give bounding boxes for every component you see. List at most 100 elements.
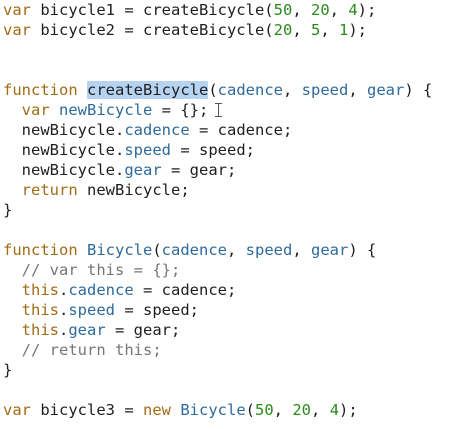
code-text-token: . [59,281,69,299]
code-line[interactable]: // var this = {}; [3,260,432,280]
code-text-token: = {}; [152,101,209,119]
identifier-token: gear [367,81,405,99]
selected-function-name: createBicycle [87,81,209,99]
code-text-token: ); [339,401,358,419]
code-text-token: . [59,321,69,339]
code-text-token: ); [348,21,368,39]
code-line[interactable] [3,220,432,240]
code-text-token: = gear; [161,161,237,179]
identifier-token: Bicycle [87,241,153,259]
code-text-token: newBicycle. [3,121,125,139]
identifier-token: speed [245,241,293,259]
code-text-token: ( [245,401,255,419]
number-token: 50 [255,401,274,419]
code-line[interactable]: var newBicycle = {}; [3,100,432,120]
code-text-token: , [292,1,311,19]
keyword-token: var [3,1,31,19]
code-line[interactable]: var bicycle2 = createBicycle(20, 5, 1); [3,20,432,40]
code-line[interactable]: this.gear = gear; [3,320,432,340]
code-text-token: } [3,361,13,379]
code-line[interactable]: newBicycle.cadence = cadence; [3,120,432,140]
code-text-token: , [283,81,302,99]
code-area[interactable]: var bicycle1 = createBicycle(50, 20, 4);… [3,0,432,420]
code-line[interactable] [3,40,432,60]
number-token: 4 [348,1,358,19]
keyword-token: new [142,401,171,419]
code-line[interactable] [3,380,432,400]
code-line[interactable]: newBicycle.speed = speed; [3,140,432,160]
code-line[interactable]: var bicycle3 = new Bicycle(50, 20, 4); [3,400,432,420]
identifier-token: speed [68,301,116,319]
code-line[interactable]: function Bicycle(cadence, speed, gear) { [3,240,432,260]
number-token: 4 [329,401,340,419]
number-token: 20 [273,21,293,39]
code-line[interactable]: var bicycle1 = createBicycle(50, 20, 4); [3,0,432,20]
number-token: 20 [292,401,312,419]
code-text-token: bicycle3 = [31,401,143,419]
text-cursor-icon [215,103,223,117]
keyword-token: return [21,181,78,199]
number-token: 50 [273,1,293,19]
keyword-token: var [21,101,50,119]
code-line[interactable]: newBicycle.gear = gear; [3,160,432,180]
code-text-token: = cadence; [133,281,237,299]
code-text-token: ) { [348,241,377,259]
code-text-token: bicycle1 = createBicycle( [31,1,274,19]
comment-token: // return this; [21,341,162,359]
code-line[interactable]: return newBicycle; [3,180,432,200]
code-text-token: bicycle2 = createBicycle( [31,21,274,39]
code-text-token: , [292,241,312,259]
code-line[interactable] [3,60,432,80]
identifier-token: cadence [68,281,134,299]
code-text-token: ( [152,241,162,259]
code-text-token: ); [357,1,377,19]
code-line[interactable]: function createBicycle(cadence, speed, g… [3,80,432,100]
keyword-token: this [21,321,59,339]
identifier-token: Bicycle [180,401,246,419]
number-token: 20 [310,1,330,19]
code-text-token: newBicycle. [3,161,125,179]
identifier-token: gear [311,241,349,259]
keyword-token: this [21,301,59,319]
identifier-token: gear [68,321,106,339]
identifier-token: cadence [217,81,283,99]
keyword-token: function [3,241,78,259]
code-text-token: newBicycle. [3,141,125,159]
code-text-token: = gear; [105,321,181,339]
identifier-token: gear [124,161,162,179]
code-text-token: ) { [404,81,433,99]
code-text-token: } [3,201,13,219]
code-text-token: , [320,21,339,39]
code-text-token: . [59,301,69,319]
code-line[interactable]: this.cadence = cadence; [3,280,432,300]
code-text-token: , [311,401,330,419]
code-text-token: = cadence; [189,121,293,139]
code-line[interactable]: // return this; [3,340,432,360]
code-line[interactable]: } [3,200,432,220]
code-text-token: = speed; [171,141,255,159]
keyword-token: var [3,21,31,39]
code-line[interactable]: } [3,360,432,380]
identifier-token: newBicycle [59,101,153,119]
code-text-token: = speed; [115,301,200,319]
identifier-token: speed [301,81,349,99]
identifier-token: speed [124,141,171,159]
code-editor[interactable]: var bicycle1 = createBicycle(50, 20, 4);… [0,0,468,429]
number-token: 5 [310,21,321,39]
code-text-token: , [348,81,368,99]
code-line[interactable]: this.speed = speed; [3,300,432,320]
code-text-token: , [273,401,293,419]
code-text-token: , [292,21,311,39]
identifier-token: cadence [161,241,227,259]
